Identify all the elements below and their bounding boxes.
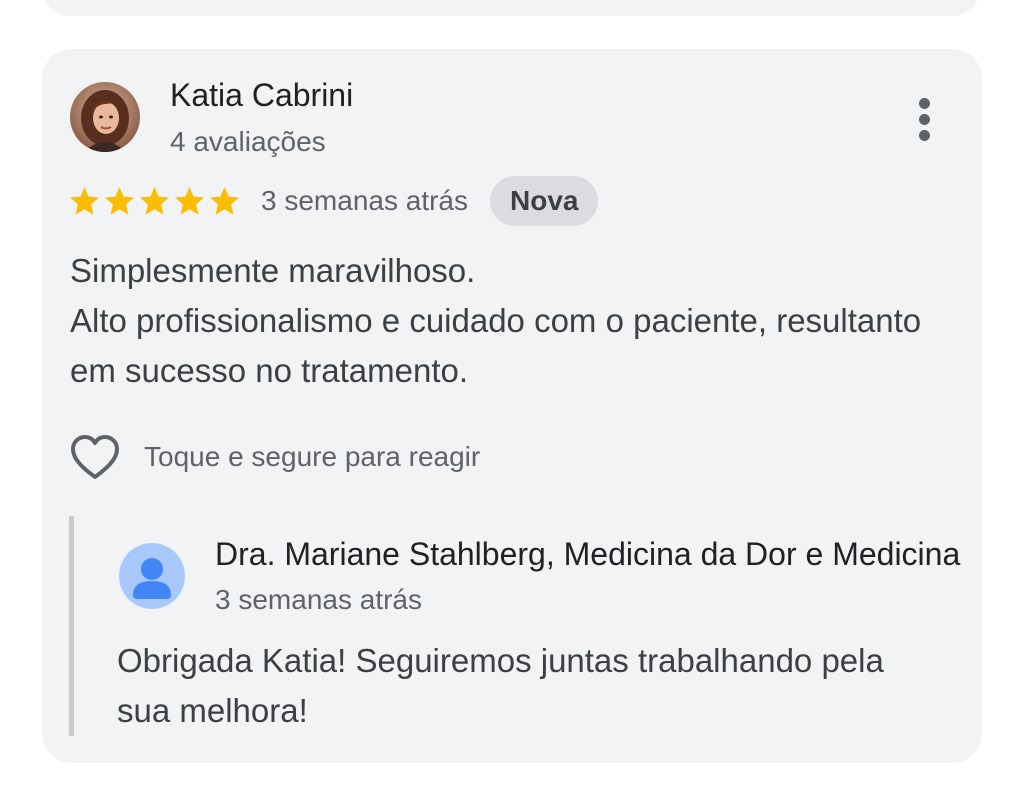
star-icon: [208, 185, 241, 218]
new-badge: Nova: [490, 176, 599, 226]
react-hint: Toque e segure para reagir: [144, 441, 481, 472]
star-rating: [68, 185, 241, 218]
review-card: Katia Cabrini 4 avaliações 3 semanas atr…: [42, 49, 982, 763]
star-icon: [68, 185, 101, 218]
rating-row: 3 semanas atrás Nova: [68, 175, 599, 227]
star-icon: [103, 185, 136, 218]
star-icon: [173, 185, 206, 218]
reply-text: Obrigada Katia! Seguiremos juntas trabal…: [117, 642, 884, 729]
reviewer-name[interactable]: Katia Cabrini: [170, 77, 353, 114]
default-person-avatar-icon: [119, 543, 185, 609]
owner-name: Dra. Mariane Stahlberg, Medicina da Dor …: [215, 536, 961, 572]
heart-outline-icon[interactable]: [68, 432, 122, 482]
more-vert-icon-dot: [918, 129, 930, 141]
review-time: 3 semanas atrás: [261, 185, 468, 216]
review-text: Simplesmente maravilhoso. Alto profissio…: [70, 252, 922, 389]
previous-review-card: [42, 0, 980, 16]
star-icon: [138, 185, 171, 218]
more-vert-icon-dot: [918, 113, 930, 125]
more-options-button[interactable]: [904, 89, 944, 149]
reviewer-review-count: 4 avaliações: [170, 126, 326, 157]
owner-reply: Dra. Mariane Stahlberg, Medicina da Dor …: [69, 516, 982, 736]
reviewer-avatar[interactable]: [70, 82, 140, 152]
more-vert-icon-dot: [918, 97, 930, 109]
reply-time: 3 semanas atrás: [215, 584, 422, 615]
react-button[interactable]: Toque e segure para reagir: [68, 431, 480, 483]
